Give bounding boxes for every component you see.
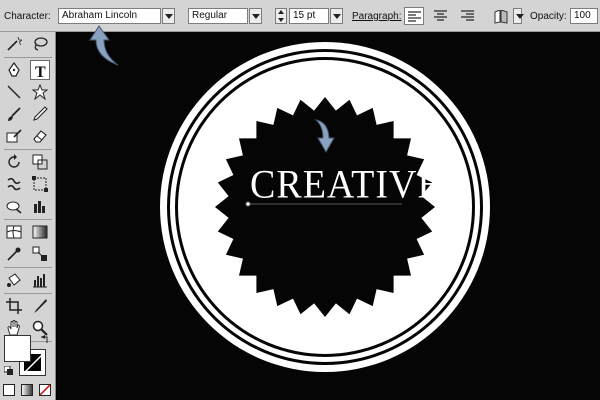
blend-tool[interactable] bbox=[30, 244, 50, 264]
slice-tool[interactable] bbox=[30, 296, 50, 316]
svg-text:T: T bbox=[35, 64, 46, 79]
graph-tool[interactable] bbox=[30, 270, 50, 290]
align-center-icon bbox=[434, 10, 447, 21]
symbol-sprayer-tool[interactable] bbox=[4, 196, 24, 216]
stepper-up-icon[interactable] bbox=[278, 10, 284, 14]
rotate-icon bbox=[8, 154, 20, 168]
opacity-input[interactable]: 100 bbox=[570, 8, 598, 24]
align-left-icon bbox=[408, 11, 421, 22]
lasso-icon bbox=[34, 37, 48, 51]
eyedropper-icon bbox=[7, 247, 21, 261]
magic-wand-icon bbox=[7, 36, 22, 51]
mesh-tool[interactable] bbox=[4, 222, 24, 242]
paintbrush-icon bbox=[8, 107, 21, 121]
crop-area-icon bbox=[6, 298, 22, 314]
align-right-button[interactable] bbox=[458, 7, 478, 25]
font-style-select[interactable]: Regular bbox=[188, 8, 248, 24]
font-style-dropdown-icon[interactable] bbox=[249, 8, 262, 24]
font-size-dropdown-icon[interactable] bbox=[330, 8, 343, 24]
live-paint-bucket-tool[interactable] bbox=[4, 270, 24, 290]
annotation-arrow-canvas-icon bbox=[314, 119, 335, 154]
gradient-tool[interactable] bbox=[30, 222, 50, 242]
blend-icon bbox=[32, 246, 47, 261]
paragraph-label[interactable]: Paragraph: bbox=[352, 11, 401, 22]
paintbrush-tool[interactable] bbox=[4, 104, 24, 124]
stepper-down-icon[interactable] bbox=[278, 18, 284, 22]
font-family-select[interactable]: Abraham Lincoln bbox=[58, 8, 161, 24]
line-segment-tool[interactable] bbox=[4, 82, 24, 102]
column-graph-tool[interactable] bbox=[30, 196, 50, 216]
glyph-panel-icon bbox=[494, 10, 508, 24]
graph-icon bbox=[33, 274, 47, 288]
free-transform-tool[interactable] bbox=[30, 174, 50, 194]
tools-panel: T bbox=[0, 32, 56, 400]
pen-icon bbox=[8, 62, 20, 77]
live-paint-bucket-icon bbox=[7, 273, 21, 287]
blob-brush-tool[interactable] bbox=[4, 126, 24, 146]
blob-brush-icon bbox=[6, 129, 22, 143]
free-transform-icon bbox=[32, 176, 48, 192]
eyedropper-tool[interactable] bbox=[4, 244, 24, 264]
star-icon bbox=[32, 84, 48, 100]
scale-tool[interactable] bbox=[30, 152, 50, 172]
rotate-tool[interactable] bbox=[4, 152, 24, 172]
star-tool[interactable] bbox=[30, 82, 50, 102]
color-mode-icon[interactable] bbox=[3, 384, 15, 396]
badge-artwork bbox=[160, 42, 490, 372]
slice-icon bbox=[34, 299, 47, 313]
font-size-stepper[interactable] bbox=[275, 8, 287, 24]
align-left-button[interactable] bbox=[404, 7, 424, 25]
pen-tool[interactable] bbox=[4, 60, 24, 80]
eraser-icon bbox=[33, 130, 47, 143]
fill-swatch[interactable] bbox=[4, 335, 31, 362]
lasso-tool[interactable] bbox=[30, 34, 50, 54]
eraser-tool[interactable] bbox=[30, 126, 50, 146]
font-size-input[interactable]: 15 pt bbox=[289, 8, 329, 24]
font-family-dropdown-icon[interactable] bbox=[162, 8, 175, 24]
magic-wand-tool[interactable] bbox=[4, 34, 24, 54]
annotation-arrow-font-icon bbox=[89, 25, 119, 66]
line-icon bbox=[7, 85, 21, 99]
badge-headline-text[interactable]: CREATIVE bbox=[250, 164, 441, 206]
hand-icon bbox=[7, 320, 20, 336]
scale-icon bbox=[32, 154, 48, 170]
none-mode-icon[interactable] bbox=[39, 384, 51, 396]
default-colors-icon[interactable] bbox=[4, 366, 14, 376]
swap-fill-stroke-icon[interactable] bbox=[40, 334, 50, 344]
pencil-tool[interactable] bbox=[30, 104, 50, 124]
character-styles-button[interactable] bbox=[491, 7, 513, 25]
warp-icon bbox=[7, 177, 21, 191]
artboard-tool[interactable] bbox=[4, 296, 24, 316]
artboard-canvas[interactable]: CREATIVE bbox=[57, 32, 600, 400]
gradient-icon bbox=[32, 225, 48, 239]
align-center-button[interactable] bbox=[431, 7, 451, 25]
opacity-label: Opacity: bbox=[530, 11, 567, 22]
gradient-mode-icon[interactable] bbox=[21, 384, 33, 396]
styles-dropdown-icon[interactable] bbox=[513, 8, 524, 24]
warp-tool[interactable] bbox=[4, 174, 24, 194]
type-tool[interactable]: T bbox=[30, 60, 50, 80]
column-graph-icon bbox=[34, 201, 45, 213]
mesh-icon bbox=[6, 225, 22, 239]
align-right-icon bbox=[461, 10, 474, 21]
symbol-sprayer-icon bbox=[6, 201, 22, 214]
character-label: Character: bbox=[4, 11, 51, 22]
type-icon: T bbox=[35, 64, 46, 79]
pencil-icon bbox=[33, 106, 48, 121]
